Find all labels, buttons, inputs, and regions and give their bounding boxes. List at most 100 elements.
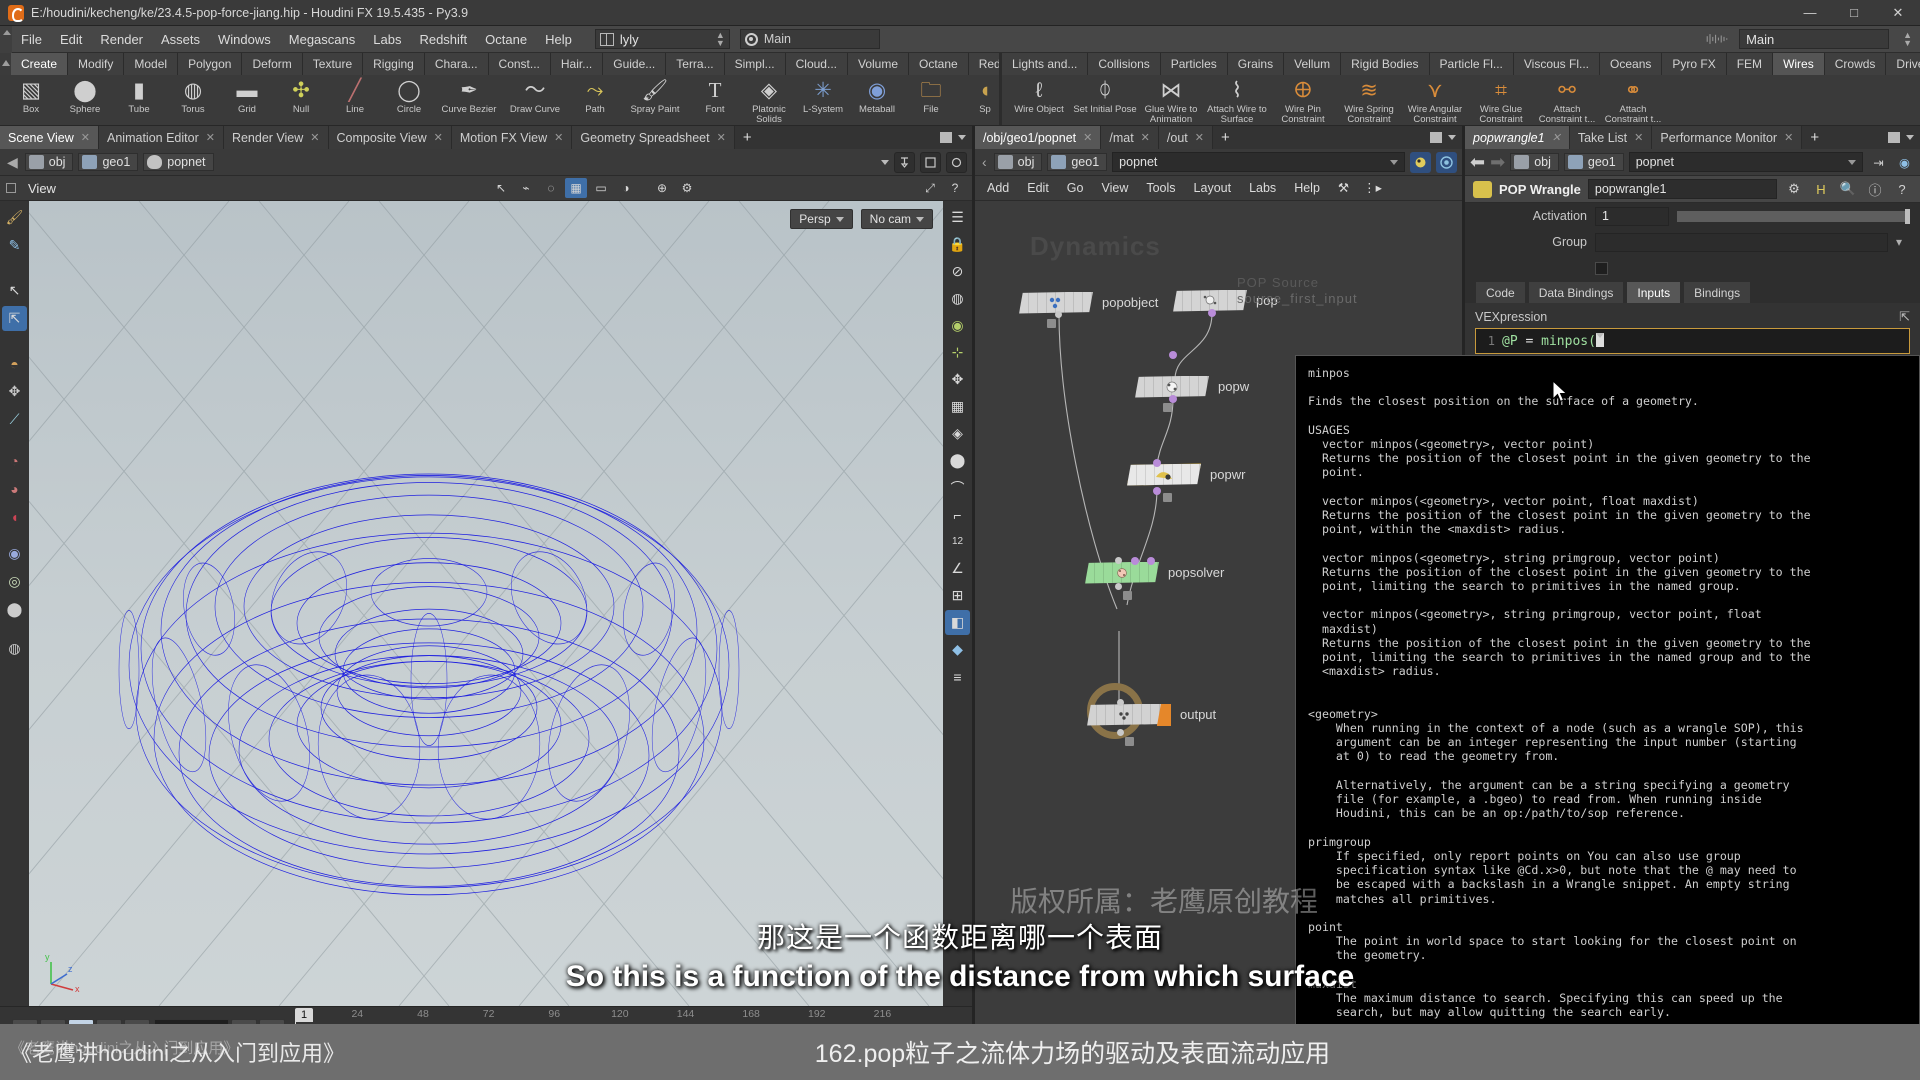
breadcrumb-obj[interactable]: obj <box>993 153 1043 171</box>
maximize-pane-icon[interactable] <box>940 132 952 143</box>
orbit-icon[interactable]: ◉ <box>2 541 27 566</box>
node-body[interactable] <box>1085 561 1159 584</box>
ghost-icon[interactable]: ◑ <box>615 178 637 198</box>
node-pop[interactable]: popw <box>1135 375 1249 398</box>
viewport-layout-icon[interactable] <box>6 183 16 193</box>
menu-octane[interactable]: Octane <box>476 26 536 53</box>
shelf-tool-file[interactable]: 🗀 File <box>904 75 958 115</box>
lasso-tool-icon[interactable]: ⌁ <box>515 178 537 198</box>
right-layout-spinner[interactable]: ▲ ▼ <box>1903 31 1912 48</box>
node-popobject[interactable]: popobject <box>1019 291 1158 314</box>
node-lock-icon[interactable] <box>1123 591 1132 600</box>
tab-performance-monitor[interactable]: Performance Monitor ✕ <box>1652 126 1803 149</box>
grid-display-icon[interactable]: ⊞ <box>945 583 970 608</box>
shelf-tab-terrain[interactable]: Terra... <box>666 53 725 75</box>
shelf-tool-glue-wire[interactable]: ⋈ Glue Wire to Animation <box>1138 75 1204 125</box>
network-path-field[interactable]: popnet <box>1112 152 1405 172</box>
close-icon[interactable]: ✕ <box>1552 131 1561 144</box>
edit-icon[interactable]: ✎ <box>2 233 27 258</box>
select-mode-button[interactable] <box>920 151 941 173</box>
tab-mat-network[interactable]: /mat ✕ <box>1101 126 1159 149</box>
network-tools-icon[interactable]: ⚒ <box>1330 176 1357 201</box>
breadcrumb-geo1[interactable]: geo1 <box>1047 153 1108 171</box>
shelf-tab-particle-fluids[interactable]: Particle Fl... <box>1429 53 1514 75</box>
tab-motion-fx-view[interactable]: Motion FX View ✕ <box>451 126 573 149</box>
pane-layout-selector[interactable]: Main <box>739 29 880 49</box>
menu-file[interactable]: File <box>12 26 51 53</box>
wire-midpoint-dot[interactable] <box>1169 351 1177 359</box>
shelf-tool-attach-wire[interactable]: ⌇ Attach Wire to Surface <box>1204 75 1270 125</box>
path-dropdown-icon[interactable] <box>881 159 889 165</box>
network-menu-help[interactable]: Help <box>1286 176 1328 201</box>
shelf-tab-pyro-fx[interactable]: Pyro FX <box>1662 53 1727 75</box>
node-info-icon[interactable]: ⓘ <box>1865 179 1885 199</box>
path-back-icon[interactable]: ‹ <box>980 154 989 170</box>
shelf-tool-font[interactable]: T Font <box>688 75 742 115</box>
node-lock-icon[interactable] <box>1163 493 1172 502</box>
breadcrumb-obj[interactable]: obj <box>24 153 74 171</box>
node-body[interactable] <box>1127 463 1201 486</box>
menu-help[interactable]: Help <box>536 26 581 53</box>
display-flag-button[interactable] <box>1410 151 1431 173</box>
snapping-icon[interactable]: ⊕ <box>651 178 673 198</box>
light-icon[interactable]: ◍ <box>2 636 27 661</box>
light-display-icon[interactable]: ⬤ <box>945 448 970 473</box>
node-input-connector[interactable] <box>1117 699 1124 706</box>
shelf-tool-wire-angular-constraint[interactable]: ⋎ Wire Angular Constraint <box>1402 75 1468 125</box>
sculpt-icon[interactable]: ✥ <box>2 379 27 404</box>
shelf-tab-deform[interactable]: Deform <box>242 53 303 75</box>
node-help-icon[interactable]: ? <box>1892 179 1912 199</box>
help-icon[interactable]: ? <box>944 178 966 198</box>
shelf-tab-simple[interactable]: Simpl... <box>724 53 786 75</box>
menu-edit[interactable]: Edit <box>51 26 91 53</box>
tab-popwrangle1-params[interactable]: popwrangle1 ✕ <box>1465 126 1570 149</box>
activation-field[interactable]: 1 <box>1595 206 1669 226</box>
poly-tool-icon[interactable]: ◖ <box>2 504 27 529</box>
node-input-connector-3[interactable] <box>1147 557 1155 565</box>
hud-icon[interactable]: ◆ <box>945 637 970 662</box>
node-input-connector[interactable] <box>1153 459 1161 467</box>
no-geometry-icon[interactable]: ⊘ <box>945 259 970 284</box>
chevron-down-icon[interactable] <box>1848 159 1856 165</box>
menu-render[interactable]: Render <box>91 26 152 53</box>
shelf-tool-spray-paint[interactable]: 🖌 Spray Paint <box>622 75 688 115</box>
shelf-tool-curve-bezier[interactable]: ✒ Curve Bezier <box>436 75 502 115</box>
uv-tool-icon[interactable]: ◕ <box>2 476 27 501</box>
shelf-tool-platonic-solids[interactable]: ◈ Platonic Solids <box>742 75 796 125</box>
shelf-tab-octane[interactable]: Octane <box>909 53 969 75</box>
node-input-connector-2[interactable] <box>1131 557 1139 565</box>
shelf-tool-circle[interactable]: ◯ Circle <box>382 75 436 115</box>
maximize-pane-icon[interactable] <box>1430 132 1442 143</box>
shelf-tool-wire-object[interactable]: ℓ Wire Object <box>1006 75 1072 115</box>
material-icon[interactable]: ◈ <box>945 421 970 446</box>
shelf-tab-viscous-fluids[interactable]: Viscous Fl... <box>1513 53 1601 75</box>
breadcrumb-popnet[interactable]: popnet <box>143 153 214 171</box>
shelf-tab-grains[interactable]: Grains <box>1227 53 1285 75</box>
viewport-3d[interactable]: Persp No cam y x z <box>29 201 943 1006</box>
node-body[interactable] <box>1019 291 1093 314</box>
parm-tab-bindings[interactable]: Bindings <box>1683 281 1752 303</box>
shelf-tool-attach-constraint-2[interactable]: ⚭ Attach Constraint t... <box>1600 75 1666 125</box>
shelf-tab-create[interactable]: Create <box>11 53 69 75</box>
display-options-button[interactable] <box>946 151 967 173</box>
normals-display-icon[interactable]: ⊹ <box>945 340 970 365</box>
measure-display-icon[interactable]: ⌐ <box>945 502 970 527</box>
shelf-tab-guide[interactable]: Guide... <box>603 53 667 75</box>
camera-dropdown[interactable]: No cam <box>860 209 933 229</box>
frame-number-icon[interactable]: 12 <box>945 529 970 554</box>
menu-labs[interactable]: Labs <box>364 26 410 53</box>
shelf-tool-null[interactable]: ✣ Null <box>274 75 328 115</box>
maximize-button[interactable]: □ <box>1832 0 1876 26</box>
node-output-connector[interactable] <box>1153 487 1161 495</box>
maximize-pane-icon[interactable] <box>1888 132 1900 143</box>
tab-animation-editor[interactable]: Animation Editor ✕ <box>99 126 224 149</box>
network-pane-add-tab[interactable]: + <box>1213 126 1238 149</box>
shelf-tab-texture[interactable]: Texture <box>302 53 364 75</box>
tab-render-view[interactable]: Render View ✕ <box>223 126 329 149</box>
shelf-tab-crowds[interactable]: Crowds <box>1824 53 1887 75</box>
close-icon[interactable]: ✕ <box>81 131 90 144</box>
paint-icon[interactable]: 🖌 <box>2 205 27 230</box>
menu-windows[interactable]: Windows <box>209 26 280 53</box>
network-menu-add[interactable]: Add <box>979 176 1017 201</box>
node-output-connector[interactable] <box>1208 309 1216 317</box>
